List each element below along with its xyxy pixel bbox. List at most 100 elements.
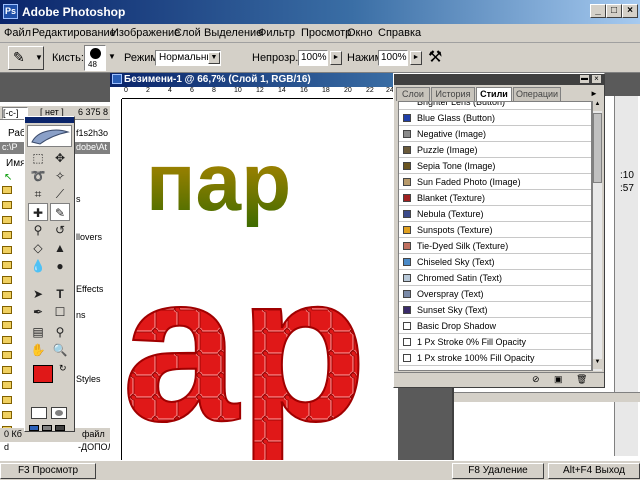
scroll-thumb[interactable] [593, 113, 602, 183]
style-item[interactable]: 1 Px stroke 100% Fill Opacity [399, 350, 591, 366]
new-style-icon[interactable]: ▣ [554, 374, 563, 385]
toolbox-grip[interactable] [25, 117, 74, 123]
style-item[interactable]: Brighter Lens (Button) [399, 102, 591, 110]
menu-image[interactable]: Изображение [111, 27, 180, 39]
tab-history[interactable]: История [431, 87, 475, 101]
menu-help[interactable]: Справка [378, 27, 421, 39]
folder-icon[interactable] [2, 201, 12, 209]
folder-icon[interactable] [2, 246, 12, 254]
zoom-tool-icon[interactable]: 🔍 [50, 341, 70, 359]
notes-tool-icon[interactable]: ▤ [28, 323, 48, 341]
blur-tool-icon[interactable]: 💧 [28, 257, 48, 275]
slice-tool-icon[interactable]: ⟋ [50, 185, 70, 203]
f8-delete-button[interactable]: F8 Удаление [452, 463, 544, 479]
tab-label[interactable]: Раб [8, 128, 26, 139]
magic-wand-icon[interactable]: ✧ [50, 167, 70, 185]
path-selection-icon[interactable]: ➤ [28, 285, 48, 303]
menu-view[interactable]: Просмотр [301, 27, 351, 39]
chevron-down-icon[interactable]: ▼ [208, 52, 220, 64]
pressure-input[interactable]: 100% [378, 50, 408, 66]
screen-mode-icon[interactable] [55, 425, 65, 431]
palette-menu-icon[interactable]: ► [590, 89, 598, 98]
folder-icon[interactable] [2, 351, 12, 359]
style-item[interactable]: Chiseled Sky (Text) [399, 254, 591, 270]
chevron-down-icon[interactable]: ▼ [108, 52, 116, 61]
style-item[interactable]: Sunset Sky (Text) [399, 302, 591, 318]
menu-layer[interactable]: Слой [174, 27, 201, 39]
crop-tool-icon[interactable]: ⌗ [28, 185, 48, 203]
style-item[interactable]: Nebula (Texture) [399, 206, 591, 222]
f3-view-button[interactable]: F3 Просмотр [0, 463, 96, 479]
folder-icon[interactable] [2, 366, 12, 374]
paint-bucket-icon[interactable]: ▲ [50, 239, 70, 257]
tab-layers[interactable]: Слои [396, 87, 430, 101]
swap-colors-icon[interactable]: ↻ [59, 363, 67, 374]
screen-mode-icon[interactable] [42, 425, 52, 431]
maximize-button[interactable]: □ [606, 4, 622, 18]
style-item[interactable]: Negative (Image) [399, 126, 591, 142]
move-tool-icon[interactable]: ✥ [50, 149, 70, 167]
style-item[interactable]: Sun Faded Photo (Image) [399, 174, 591, 190]
close-button[interactable]: × [622, 4, 638, 18]
style-item[interactable]: produkt [399, 366, 591, 370]
tab-styles[interactable]: Стили [476, 87, 512, 101]
type-tool-icon[interactable]: T [50, 285, 70, 303]
clone-stamp-icon[interactable]: ⚲ [28, 221, 48, 239]
marquee-tool-icon[interactable]: ⬚ [28, 149, 48, 167]
style-item[interactable]: Basic Drop Shadow [399, 318, 591, 334]
foreground-color-swatch[interactable] [33, 365, 53, 383]
dodge-tool-icon[interactable]: ● [50, 257, 70, 275]
minimize-button[interactable]: _ [590, 4, 606, 18]
style-item[interactable]: Sunspots (Texture) [399, 222, 591, 238]
pen-tool-icon[interactable]: ✒ [28, 303, 48, 321]
history-brush-icon[interactable]: ↺ [50, 221, 70, 239]
lasso-tool-icon[interactable]: ➰ [28, 167, 48, 185]
folder-icon[interactable] [2, 396, 12, 404]
folder-icon[interactable] [2, 186, 12, 194]
minimize-button[interactable]: ▬ [580, 75, 589, 83]
menu-file[interactable]: Файл [4, 27, 31, 39]
style-item[interactable]: Overspray (Text) [399, 286, 591, 302]
up-arrow-icon[interactable]: ↖ [4, 172, 14, 183]
chevron-right-icon[interactable]: ► [330, 51, 342, 65]
scroll-down-icon[interactable]: ▼ [593, 359, 602, 369]
menu-filter[interactable]: Фильтр [258, 27, 295, 39]
style-item[interactable]: Blanket (Texture) [399, 190, 591, 206]
folder-icon[interactable] [2, 291, 12, 299]
brush-tool-icon[interactable]: ✎ [50, 203, 70, 221]
folder-icon[interactable] [2, 276, 12, 284]
chevron-right-icon[interactable]: ► [410, 51, 422, 65]
document-title-bar[interactable]: Безимени-1 @ 66,7% (Слой 1, RGB/16) [110, 73, 398, 87]
folder-icon[interactable] [2, 321, 12, 329]
style-item[interactable]: Sepia Tone (Image) [399, 158, 591, 174]
command-line[interactable]: d -ДОПОЛ [0, 442, 116, 454]
menu-window[interactable]: Окно [347, 27, 373, 39]
mode-select[interactable]: Нормальный ▼ [155, 50, 221, 66]
standard-mode-icon[interactable] [31, 407, 47, 419]
healing-brush-icon[interactable]: ✚ [28, 203, 48, 221]
screen-mode-icon[interactable] [29, 425, 39, 431]
close-button[interactable]: × [592, 75, 601, 83]
folder-icon[interactable] [2, 381, 12, 389]
palette-title-bar[interactable]: ▬ × [394, 74, 604, 85]
brush-picker[interactable]: 48 [84, 45, 106, 71]
folder-icon[interactable] [2, 306, 12, 314]
altf4-exit-button[interactable]: Alt+F4 Выход [548, 463, 640, 479]
canvas[interactable]: пар ар [122, 100, 398, 460]
tab-actions[interactable]: Операции [513, 87, 561, 101]
style-item[interactable]: 1 Px Stroke 0% Fill Opacity [399, 334, 591, 350]
eraser-tool-icon[interactable]: ◇ [28, 239, 48, 257]
quick-mask-icon[interactable] [51, 407, 67, 419]
hand-tool-icon[interactable]: ✋ [28, 341, 48, 359]
trash-icon[interactable]: 🗑 [576, 374, 587, 385]
opacity-input[interactable]: 100% [298, 50, 328, 66]
airbrush-icon[interactable]: ⚒ [428, 47, 442, 67]
folder-icon[interactable] [2, 336, 12, 344]
folder-icon[interactable] [2, 231, 12, 239]
clear-style-icon[interactable]: ⊘ [532, 374, 540, 385]
style-item[interactable]: Tie-Dyed Silk (Texture) [399, 238, 591, 254]
shape-tool-icon[interactable]: ☐ [50, 303, 70, 321]
eyedropper-icon[interactable]: ⚲ [50, 323, 70, 341]
scroll-up-icon[interactable]: ▲ [593, 101, 602, 111]
menu-select[interactable]: Выделение [204, 27, 262, 39]
